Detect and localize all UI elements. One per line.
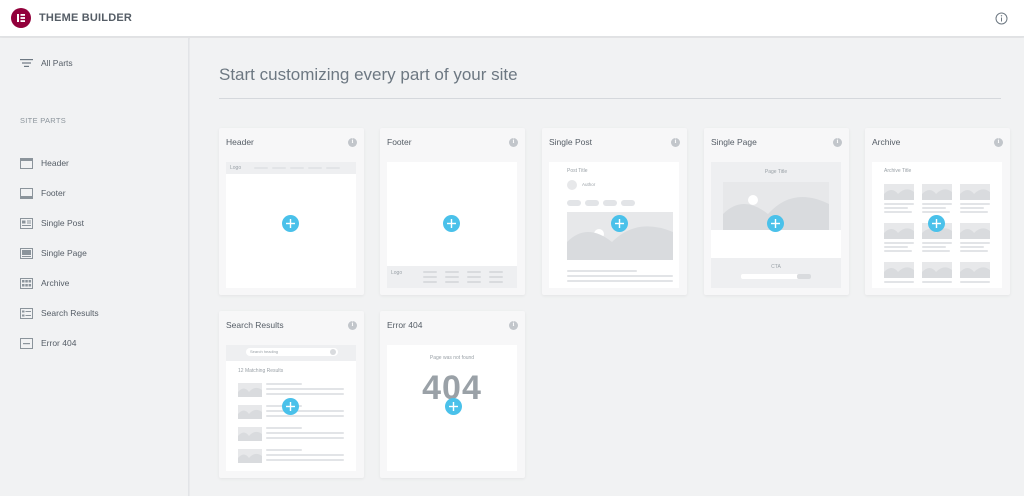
footer-layout-icon: [20, 187, 33, 199]
archive-preview: Archive Title: [872, 162, 1002, 288]
single-post-icon: [20, 217, 33, 229]
sidebar: All Parts SITE PARTS Header Footer Singl…: [0, 38, 189, 496]
template-card-single-page[interactable]: Single Page i Page Title CTA: [704, 128, 849, 295]
card-title: Search Results: [226, 320, 284, 330]
template-card-single-post[interactable]: Single Post i Post Title Author: [542, 128, 687, 295]
preview-results-count: 12 Matching Results: [238, 368, 284, 374]
sidebar-item-label: Single Page: [41, 248, 87, 258]
add-template-button[interactable]: [611, 215, 628, 232]
add-template-button[interactable]: [767, 215, 784, 232]
preview-search-input: Search heading: [250, 349, 279, 354]
add-template-button[interactable]: [282, 215, 299, 232]
header-layout-icon: [20, 157, 33, 169]
sidebar-item-error-404[interactable]: Error 404: [20, 328, 99, 358]
preview-post-title: Post Title: [567, 168, 588, 174]
add-template-button[interactable]: [928, 215, 945, 232]
sidebar-item-label: Archive: [41, 278, 70, 288]
footer-preview: Logo: [387, 162, 517, 288]
add-template-button[interactable]: [445, 398, 462, 415]
card-title: Footer: [387, 137, 412, 147]
sidebar-item-label: Single Post: [41, 218, 84, 228]
preview-not-found-text: Page was not found: [429, 355, 475, 361]
info-icon[interactable]: i: [833, 138, 842, 147]
info-icon[interactable]: i: [348, 321, 357, 330]
search-results-preview: Search heading 12 Matching Results: [226, 345, 356, 471]
archive-icon: [20, 277, 33, 289]
all-parts-label: All Parts: [41, 58, 73, 68]
preview-logo-text: Logo: [230, 165, 242, 171]
sidebar-item-search-results[interactable]: Search Results: [20, 298, 99, 328]
sidebar-item-label: Search Results: [41, 308, 99, 318]
card-title: Archive: [872, 137, 901, 147]
top-bar: THEME BUILDER: [0, 0, 1024, 37]
main-content: Start customizing every part of your sit…: [190, 38, 1024, 496]
sidebar-item-single-post[interactable]: Single Post: [20, 208, 99, 238]
single-post-preview: Post Title Author: [549, 162, 679, 288]
heading-divider: [219, 98, 1001, 99]
card-title: Single Page: [711, 137, 757, 147]
card-title: Header: [226, 137, 254, 147]
site-parts-heading: SITE PARTS: [20, 116, 67, 125]
preview-cta-text: CTA: [771, 264, 781, 270]
template-card-archive[interactable]: Archive i Archive Title: [865, 128, 1010, 295]
template-card-header[interactable]: Header i Logo: [219, 128, 364, 295]
search-results-icon: [20, 307, 33, 319]
site-parts-nav: Header Footer Single Post Single Page Ar…: [20, 148, 99, 358]
template-card-search-results[interactable]: Search Results i Search heading 12 Match…: [219, 311, 364, 478]
preview-author: Author: [582, 182, 596, 187]
sidebar-item-header[interactable]: Header: [20, 148, 99, 178]
single-page-preview: Page Title CTA: [711, 162, 841, 288]
info-icon[interactable]: [995, 12, 1008, 25]
all-parts-link[interactable]: All Parts: [20, 58, 73, 68]
error-404-icon: [20, 337, 33, 349]
error-404-preview: Page was not found 404: [387, 345, 517, 471]
elementor-logo-icon: [11, 8, 31, 28]
preview-archive-title: Archive Title: [884, 168, 912, 174]
app-title: THEME BUILDER: [39, 12, 133, 24]
sidebar-item-archive[interactable]: Archive: [20, 268, 99, 298]
header-preview: Logo: [226, 162, 356, 288]
info-icon[interactable]: i: [509, 321, 518, 330]
filter-icon: [20, 59, 33, 67]
template-card-footer[interactable]: Footer i Logo: [380, 128, 525, 295]
add-template-button[interactable]: [282, 398, 299, 415]
template-card-error-404[interactable]: Error 404 i Page was not found 404: [380, 311, 525, 478]
preview-page-title: Page Title: [764, 169, 788, 175]
add-template-button[interactable]: [443, 215, 460, 232]
info-icon[interactable]: i: [994, 138, 1003, 147]
sidebar-item-label: Footer: [41, 188, 66, 198]
preview-logo-text: Logo: [391, 270, 403, 276]
info-icon[interactable]: i: [509, 138, 518, 147]
card-title: Single Post: [549, 137, 592, 147]
sidebar-item-label: Error 404: [41, 338, 77, 348]
sidebar-item-single-page[interactable]: Single Page: [20, 238, 99, 268]
info-icon[interactable]: i: [671, 138, 680, 147]
sidebar-item-footer[interactable]: Footer: [20, 178, 99, 208]
card-title: Error 404: [387, 320, 423, 330]
page-heading: Start customizing every part of your sit…: [219, 65, 518, 84]
single-page-icon: [20, 247, 33, 259]
info-icon[interactable]: i: [348, 138, 357, 147]
sidebar-item-label: Header: [41, 158, 69, 168]
